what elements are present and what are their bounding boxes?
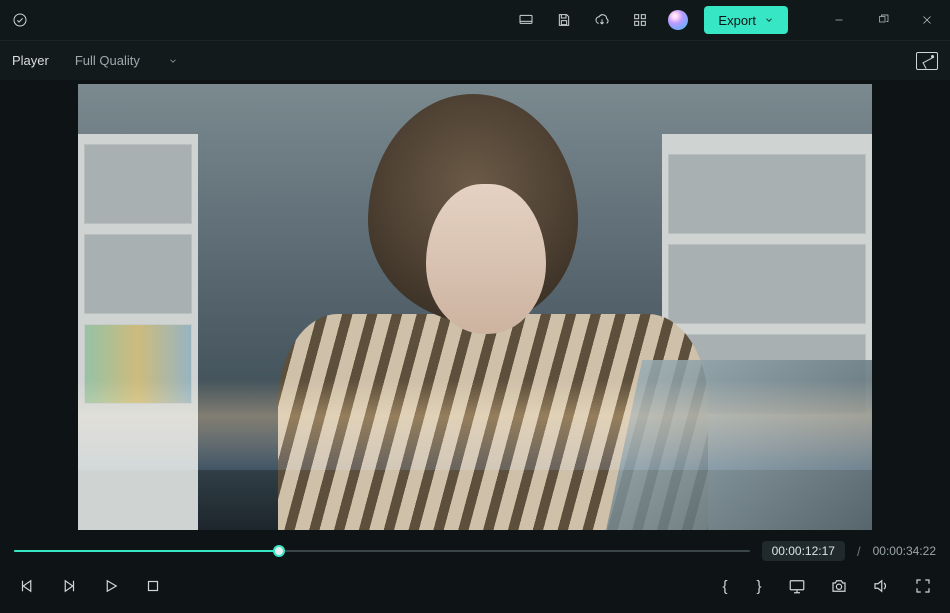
snapshot-button[interactable] (826, 573, 852, 599)
total-time: 00:00:34:22 (873, 544, 936, 558)
maximize-button[interactable] (868, 5, 898, 35)
fullscreen-button[interactable] (910, 573, 936, 599)
check-icon[interactable] (8, 8, 32, 32)
minimize-button[interactable] (824, 5, 854, 35)
mark-out-button[interactable]: } (750, 578, 768, 595)
scrubber-row: 00:00:12:17 / 00:00:34:22 (0, 536, 950, 566)
preview-subbar: Player Full Quality (0, 40, 950, 80)
display-screen-button[interactable] (784, 573, 810, 599)
play-button[interactable] (98, 573, 124, 599)
chevron-down-icon (168, 56, 178, 66)
cloud-download-icon[interactable] (590, 8, 614, 32)
save-icon[interactable] (552, 8, 576, 32)
stop-button[interactable] (140, 573, 166, 599)
current-time: 00:00:12:17 (762, 541, 845, 561)
next-frame-button[interactable] (56, 573, 82, 599)
preview-area (0, 80, 950, 534)
video-preview[interactable] (78, 84, 872, 530)
quality-dropdown[interactable]: Full Quality (75, 53, 178, 68)
player-label: Player (12, 53, 49, 68)
chevron-down-icon (764, 15, 774, 25)
export-button[interactable]: Export (704, 6, 788, 34)
progress-scrubber[interactable] (14, 544, 750, 558)
preview-waveform-icon[interactable] (916, 52, 938, 70)
apps-icon[interactable] (628, 8, 652, 32)
volume-button[interactable] (868, 573, 894, 599)
prev-frame-button[interactable] (14, 573, 40, 599)
ai-orb-icon[interactable] (666, 8, 690, 32)
titlebar: Export (0, 0, 950, 40)
export-label: Export (718, 13, 756, 28)
quality-label: Full Quality (75, 53, 140, 68)
close-button[interactable] (912, 5, 942, 35)
controls-row: { } (0, 566, 950, 606)
mark-in-button[interactable]: { (716, 578, 734, 595)
time-separator: / (857, 544, 861, 559)
screen-icon[interactable] (514, 8, 538, 32)
